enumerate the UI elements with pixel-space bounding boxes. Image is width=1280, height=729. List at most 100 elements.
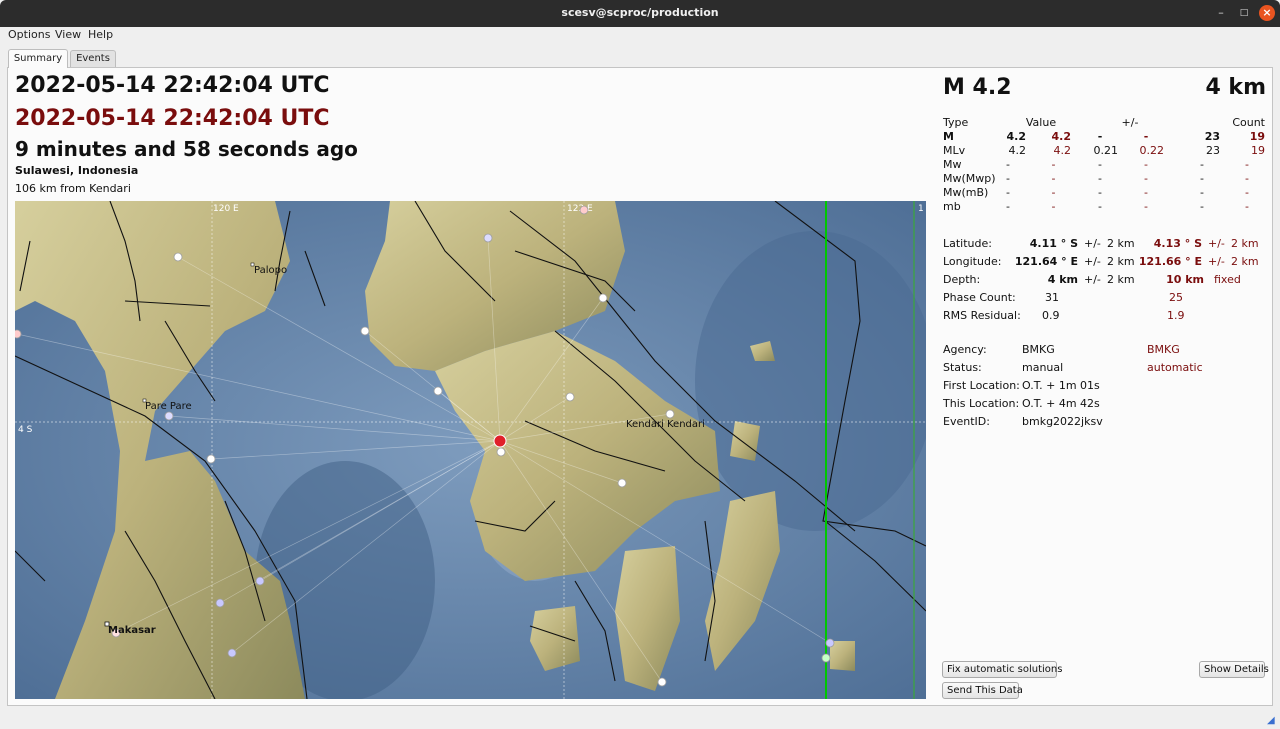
station-marker[interactable] [433, 386, 443, 396]
magnitude-cell-err-auto: - [1144, 158, 1148, 171]
station-marker[interactable] [164, 411, 174, 421]
fix-automatic-solutions-button[interactable]: Fix automatic solutions [942, 661, 1062, 678]
depth-pm: +/- [1084, 273, 1101, 286]
menu-view[interactable]: View [55, 28, 81, 41]
phase-count-value: 31 [1045, 291, 1059, 304]
latitude-auto-error: 2 km [1231, 237, 1259, 250]
this-location-label: This Location: [943, 397, 1020, 410]
this-location-value: O.T. + 4m 42s [1022, 397, 1100, 410]
magnitude-cell-count: 23 [1206, 144, 1220, 157]
epicenter-marker[interactable] [493, 434, 507, 448]
magnitude-cell-count: 23 [1204, 130, 1220, 143]
magnitude-cell-err: 0.21 [1093, 144, 1119, 157]
resize-grip-icon[interactable]: ◢ [1267, 715, 1275, 726]
magnitude-cell-value: - [1006, 186, 1010, 199]
nearest-city: 106 km from Kendari [15, 182, 131, 195]
magnitude-cell-count-auto: - [1245, 186, 1249, 199]
status-label: Status: [943, 361, 982, 374]
magnitude-cell-err: - [1098, 186, 1102, 199]
col-header-count: Count [1232, 116, 1265, 129]
longitude-auto-pm: +/- [1208, 255, 1225, 268]
magnitude-cell-count-auto: - [1245, 158, 1249, 171]
depth-error: 2 km [1107, 273, 1135, 286]
city-makasar: Makasar [108, 625, 156, 636]
latitude-label: Latitude: [943, 237, 992, 250]
menu-bar: Options View Help [0, 27, 1280, 42]
event-map[interactable]: 120 E 122 E 1 4 S Palopo Pare Pare Kenda… [15, 201, 926, 699]
station-marker[interactable] [227, 648, 237, 658]
station-marker[interactable] [825, 638, 835, 648]
magnitude-cell-value-auto: - [1051, 172, 1056, 185]
phase-count-auto: 25 [1169, 291, 1183, 304]
depth-auto-value: 10 km [1166, 273, 1204, 286]
magnitude-cell-count: - [1200, 200, 1204, 213]
magnitude-cell-value: 4.2 [1008, 144, 1027, 157]
event-id-label: EventID: [943, 415, 990, 428]
send-this-data-button[interactable]: Send This Data [942, 682, 1023, 699]
magnitude-cell-err: - [1098, 172, 1102, 185]
magnitude-cell-value-auto: - [1051, 186, 1056, 199]
magnitude-cell-value-auto: 4.2 [1051, 130, 1072, 143]
grid-label-4s: 4 S [18, 425, 33, 435]
magnitude-headline: M 4.2 [943, 75, 1012, 100]
longitude-value: 121.64 ° E [1014, 255, 1078, 268]
city-kendari-2: Kendari [667, 419, 705, 430]
origin-time: 2022-05-14 22:42:04 UTC [15, 73, 330, 98]
origin-time-automatic: 2022-05-14 22:42:04 UTC [15, 106, 330, 131]
application-window: scesv@scproc/production – □ × Options Vi… [0, 0, 1280, 729]
rms-residual-value: 0.9 [1042, 309, 1060, 322]
magnitude-cell-count: - [1200, 186, 1204, 199]
col-header-type: Type [943, 116, 969, 129]
latitude-value: 4.11 ° S [1029, 237, 1078, 250]
city-pare-pare: Pare Pare [145, 401, 192, 412]
station-marker[interactable] [821, 653, 831, 663]
event-id-value: bmkg2022jksv [1022, 415, 1103, 428]
station-marker[interactable] [598, 293, 608, 303]
tab-summary[interactable]: Summary [8, 49, 68, 68]
agency-value: BMKG [1022, 343, 1055, 356]
minimize-button[interactable]: – [1213, 5, 1229, 21]
station-marker[interactable] [565, 392, 575, 402]
station-marker[interactable] [617, 478, 627, 488]
rms-residual-label: RMS Residual: [943, 309, 1021, 322]
magnitude-cell-count-auto: 19 [1251, 144, 1265, 157]
station-marker[interactable] [173, 252, 183, 262]
rms-residual-auto: 1.9 [1167, 309, 1185, 322]
station-marker[interactable] [255, 576, 265, 586]
tab-events[interactable]: Events [70, 50, 116, 67]
city-kendari: Kendari [626, 419, 664, 430]
station-marker[interactable] [360, 326, 370, 336]
latitude-pm: +/- [1084, 237, 1101, 250]
magnitude-cell-err-auto: - [1143, 130, 1149, 143]
maximize-button[interactable]: □ [1236, 5, 1252, 21]
menu-options[interactable]: Options [8, 28, 50, 41]
longitude-auto-error: 2 km [1231, 255, 1259, 268]
magnitude-cell-err-auto: - [1144, 200, 1148, 213]
station-marker[interactable] [579, 205, 589, 215]
grid-label-124e: 1 [918, 204, 924, 214]
menu-help[interactable]: Help [88, 28, 113, 41]
title-bar: scesv@scproc/production – □ × [0, 0, 1280, 27]
station-marker[interactable] [15, 329, 22, 339]
magnitude-cell-value: - [1006, 158, 1010, 171]
station-marker[interactable] [665, 409, 675, 419]
magnitude-cell-count-auto: 19 [1249, 130, 1265, 143]
station-marker[interactable] [215, 598, 225, 608]
magnitude-cell-err-auto: - [1144, 172, 1148, 185]
land-island-east [830, 641, 855, 671]
station-marker[interactable] [483, 233, 493, 243]
magnitude-cell-count: - [1200, 158, 1204, 171]
show-details-button[interactable]: Show Details [1199, 661, 1269, 678]
station-marker[interactable] [657, 677, 667, 687]
agency-label: Agency: [943, 343, 987, 356]
magnitude-cell-value: 4.2 [1006, 130, 1027, 143]
first-location-label: First Location: [943, 379, 1020, 392]
depth-label: Depth: [943, 273, 981, 286]
magnitude-cell-err: - [1098, 200, 1102, 213]
station-marker[interactable] [496, 447, 506, 457]
latitude-error: 2 km [1107, 237, 1135, 250]
depth-auto-status: fixed [1214, 273, 1241, 286]
station-marker[interactable] [206, 454, 216, 464]
close-button[interactable]: × [1259, 5, 1275, 21]
latitude-auto-value: 4.13 ° S [1153, 237, 1202, 250]
